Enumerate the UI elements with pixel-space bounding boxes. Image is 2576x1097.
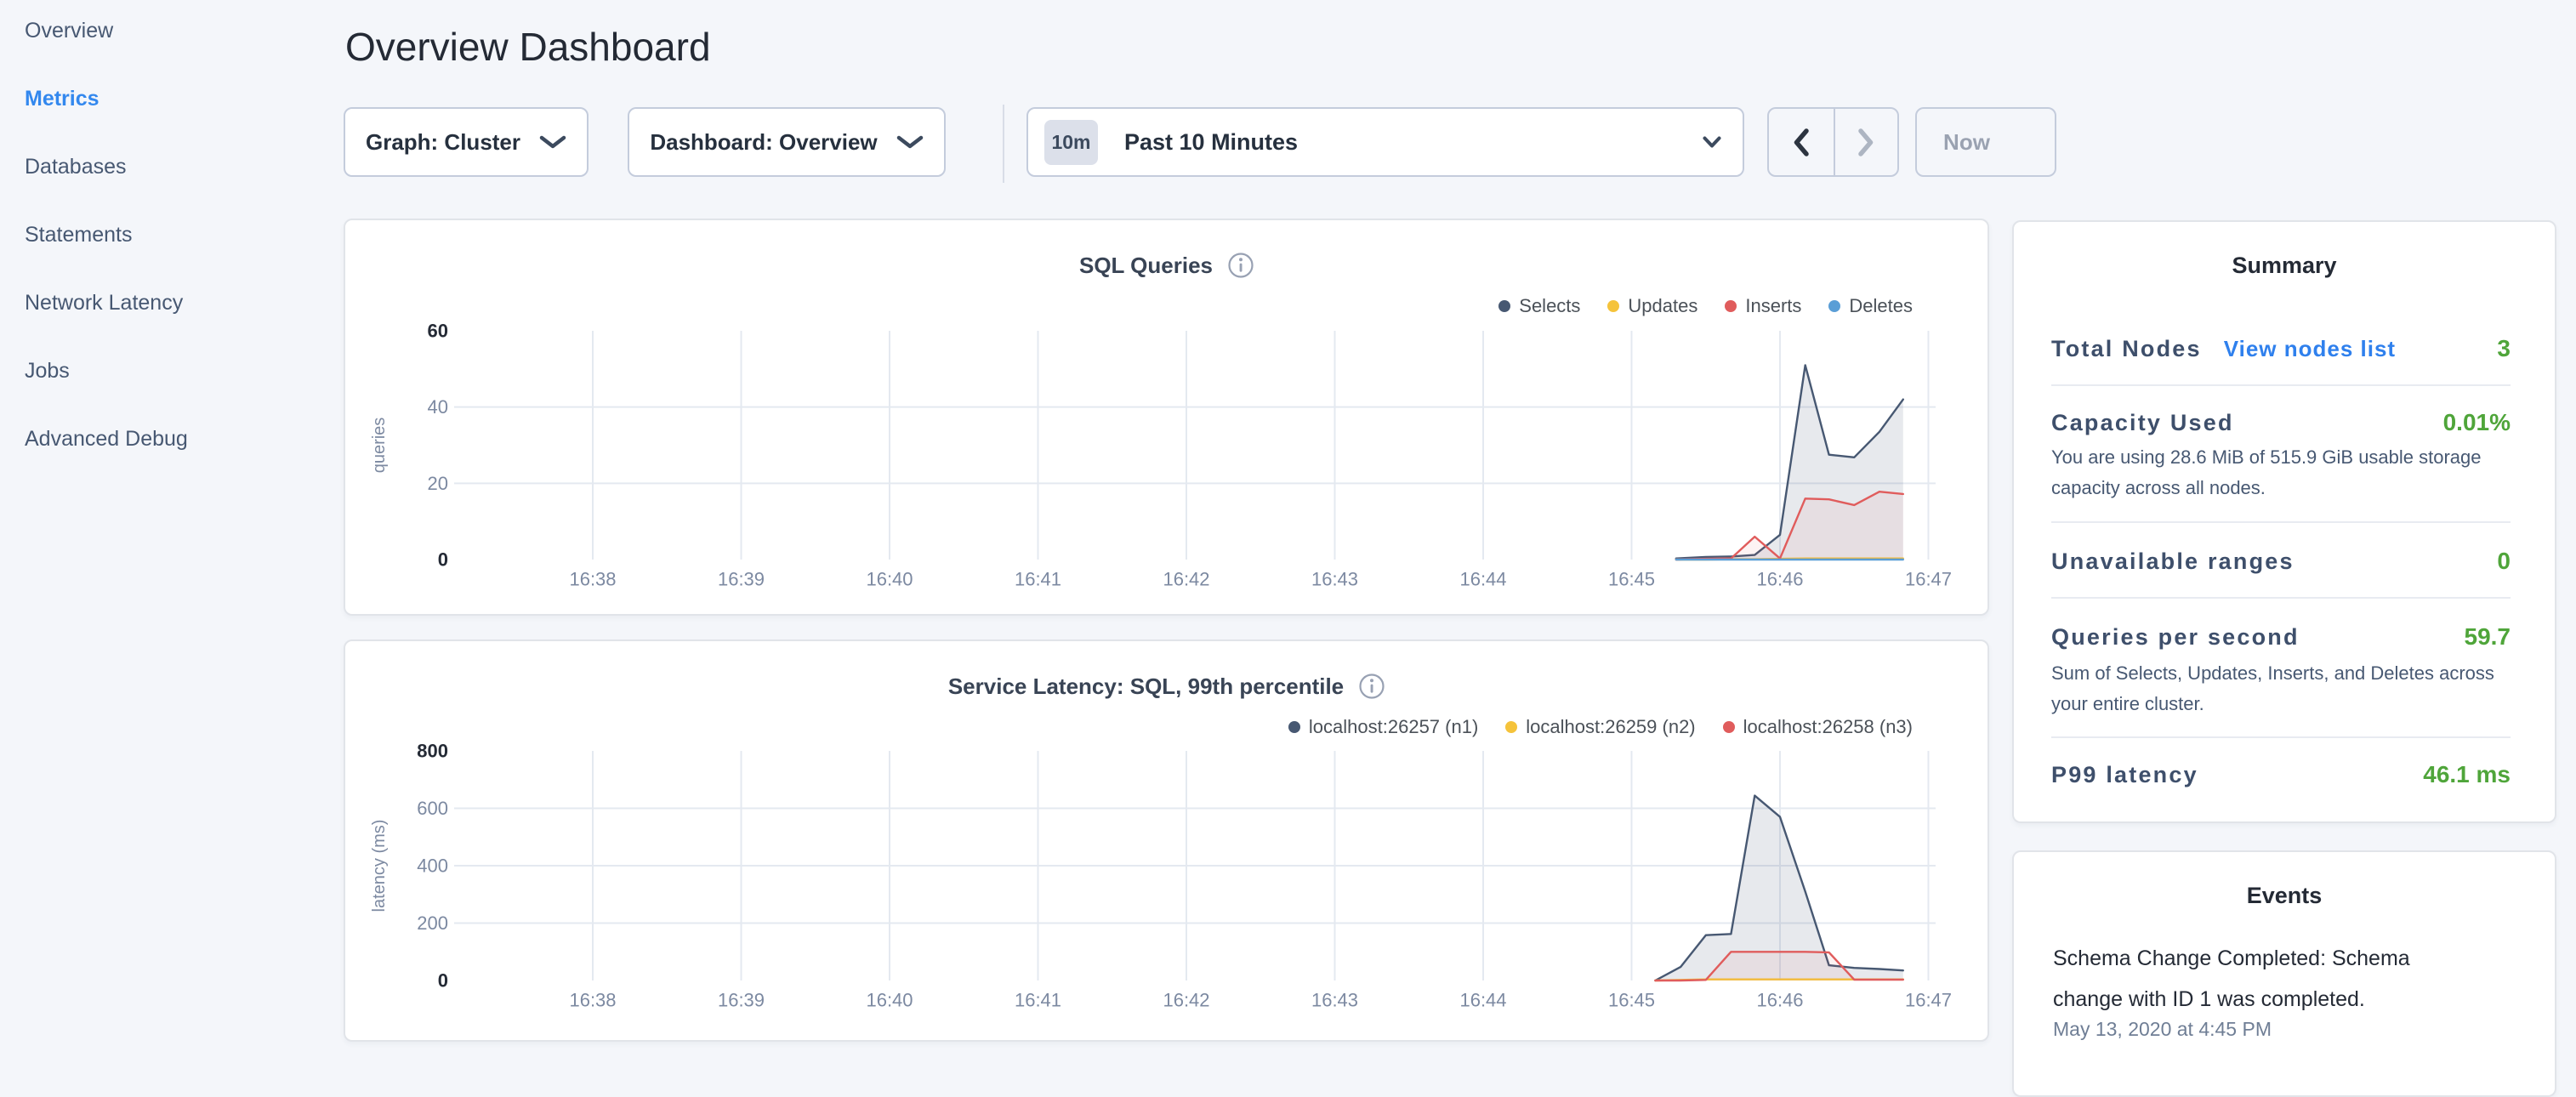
time-range-dropdown[interactable]: 10m Past 10 Minutes: [1026, 107, 1744, 177]
sidebar-item-overview[interactable]: Overview: [0, 0, 323, 65]
x-tick-label: 16:43: [1311, 569, 1358, 590]
summary-row-value: 0: [2497, 548, 2511, 575]
summary-row-value: 0.01%: [2443, 409, 2511, 436]
x-tick-label: 16:42: [1163, 569, 1209, 590]
x-tick-label: 16:39: [718, 990, 765, 1011]
toolbar-divider: [1003, 105, 1004, 183]
y-tick-label: 40: [428, 396, 448, 418]
chevron-right-icon: [1858, 128, 1874, 156]
dashboard-dropdown-label: Dashboard: Overview: [650, 129, 877, 156]
sidebar-item-metrics[interactable]: Metrics: [0, 65, 323, 133]
x-tick-label: 16:45: [1608, 569, 1655, 590]
divider: [2051, 384, 2511, 386]
x-tick-label: 16:47: [1905, 569, 1952, 590]
summary-row-value: 59.7: [2465, 623, 2511, 651]
y-axis-label: latency (ms): [370, 820, 389, 912]
events-panel: Events Schema Change Completed: Schema c…: [2012, 850, 2556, 1097]
event-timestamp: May 13, 2020 at 4:45 PM: [2053, 1012, 2521, 1046]
x-tick-label: 16:40: [866, 569, 913, 590]
summary-row-label: Queries per second: [2051, 624, 2300, 651]
sql-queries-chart-card: SQL Queries SelectsUpdatesInsertsDeletes…: [344, 219, 1989, 616]
page-title: Overview Dashboard: [345, 24, 711, 70]
summary-row-label: Total Nodes: [2051, 336, 2202, 362]
x-tick-label: 16:42: [1163, 990, 1209, 1011]
x-tick-label: 16:39: [718, 569, 765, 590]
y-tick-label: 0: [438, 549, 448, 571]
summary-row-description: Sum of Selects, Updates, Inserts, and De…: [2051, 658, 2517, 719]
summary-row-label: Capacity Used: [2051, 410, 2234, 436]
summary-row-capacity-used: Capacity Used 0.01%: [2051, 406, 2511, 440]
x-tick-label: 16:38: [569, 569, 616, 590]
x-tick-label: 16:38: [569, 990, 616, 1011]
service-latency-chart-card: Service Latency: SQL, 99th percentile lo…: [344, 639, 1989, 1042]
x-tick-label: 16:40: [866, 990, 913, 1011]
events-title: Events: [2014, 883, 2555, 909]
summary-panel: Summary Total Nodes View nodes list 3 Ca…: [2012, 220, 2556, 823]
service-latency-chart[interactable]: 16:38 16:39 16:40 16:41 16:42 16:43 16:44 16:45…: [345, 641, 1987, 1040]
summary-row-unavailable-ranges: Unavailable ranges 0: [2051, 544, 2511, 578]
y-tick-label: 400: [417, 855, 448, 877]
summary-row-p99-latency: P99 latency 46.1 ms: [2051, 758, 2511, 792]
dashboard-dropdown[interactable]: Dashboard: Overview: [628, 107, 946, 177]
x-tick-label: 16:44: [1459, 569, 1506, 590]
chevron-down-icon: [896, 135, 924, 149]
x-tick-label: 16:46: [1756, 990, 1803, 1011]
sidebar: OverviewMetricsDatabasesStatementsNetwor…: [0, 0, 323, 473]
divider: [2051, 736, 2511, 738]
summary-row-total-nodes: Total Nodes View nodes list 3: [2051, 332, 2511, 366]
x-tick-label: 16:44: [1459, 990, 1506, 1011]
sidebar-item-databases[interactable]: Databases: [0, 133, 323, 201]
time-range-badge: 10m: [1044, 120, 1098, 165]
now-button[interactable]: Now: [1915, 107, 2056, 177]
y-tick-label: 0: [438, 970, 448, 992]
chevron-left-icon: [1794, 128, 1809, 156]
x-tick-label: 16:41: [1015, 569, 1061, 590]
summary-row-value: 46.1 ms: [2423, 761, 2511, 788]
y-tick-label: 60: [428, 321, 448, 342]
now-button-label: Now: [1943, 129, 1990, 156]
summary-row-queries-per-second: Queries per second 59.7: [2051, 620, 2511, 654]
divider: [2051, 597, 2511, 599]
chevron-down-icon: [539, 135, 566, 149]
summary-row-label: P99 latency: [2051, 762, 2198, 788]
x-tick-label: 16:41: [1015, 990, 1061, 1011]
summary-row-description: You are using 28.6 MiB of 515.9 GiB usab…: [2051, 442, 2517, 503]
previous-time-button[interactable]: [1769, 109, 1834, 175]
view-nodes-list-link[interactable]: View nodes list: [2224, 336, 2396, 362]
sidebar-item-jobs[interactable]: Jobs: [0, 337, 323, 405]
summary-title: Summary: [2014, 253, 2555, 279]
x-tick-label: 16:45: [1608, 990, 1655, 1011]
summary-row-value: 3: [2497, 335, 2511, 362]
x-tick-label: 16:47: [1905, 990, 1952, 1011]
chevron-down-icon: [1703, 136, 1721, 148]
y-axis-label: queries: [370, 418, 389, 474]
event-message[interactable]: Schema Change Completed: Schema change w…: [2053, 938, 2453, 1020]
x-tick-label: 16:46: [1756, 569, 1803, 590]
y-tick-label: 200: [417, 912, 448, 934]
graph-dropdown-label: Graph: Cluster: [366, 129, 520, 156]
sidebar-item-advanced-debug[interactable]: Advanced Debug: [0, 405, 323, 473]
divider: [2051, 521, 2511, 523]
sidebar-item-network-latency[interactable]: Network Latency: [0, 269, 323, 337]
time-range-label: Past 10 Minutes: [1124, 129, 1298, 156]
time-step-buttons: [1767, 107, 1899, 177]
y-tick-label: 20: [428, 473, 448, 494]
sidebar-nav-list: OverviewMetricsDatabasesStatementsNetwor…: [0, 0, 323, 473]
sidebar-item-statements[interactable]: Statements: [0, 201, 323, 269]
x-tick-label: 16:43: [1311, 990, 1358, 1011]
y-tick-label: 600: [417, 798, 448, 819]
sql-queries-chart[interactable]: 16:38 16:39 16:40 16:41 16:42 16:43 16:44 16:45…: [345, 220, 1987, 614]
graph-dropdown[interactable]: Graph: Cluster: [344, 107, 589, 177]
summary-row-label: Unavailable ranges: [2051, 548, 2295, 575]
next-time-button[interactable]: [1834, 109, 1898, 175]
y-tick-label: 800: [417, 741, 448, 762]
